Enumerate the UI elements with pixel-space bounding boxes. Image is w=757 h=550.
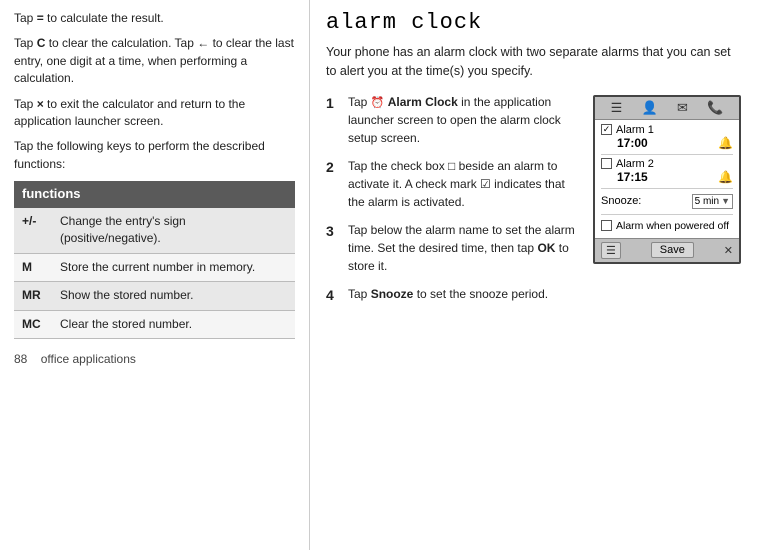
table-row: MR Show the stored number.: [14, 282, 295, 310]
left-column: Tap = to calculate the result. Tap C to …: [0, 0, 310, 550]
alarm-body: ✓ Alarm 1 17:00 🔔 Alarm 2: [595, 120, 739, 238]
para-4: Tap the following keys to perform the de…: [14, 138, 295, 173]
table-header: functions: [14, 181, 295, 208]
para-3: Tap × to exit the calculator and return …: [14, 96, 295, 131]
step-1-content: Tap ⏰ Alarm Clock in the application lau…: [348, 93, 579, 148]
alarm-divider-3: [601, 214, 733, 215]
key-mc: MC: [14, 310, 52, 338]
alarm-1-name: Alarm 1: [616, 124, 654, 136]
step-2: 2 Tap the check box □ beside an alarm to…: [326, 157, 579, 211]
key-c: C: [37, 36, 46, 50]
envelope-icon: ✉: [677, 100, 688, 116]
key-plus-minus: +/-: [14, 208, 52, 253]
page-number: 88: [14, 352, 27, 366]
steps-text: 1 Tap ⏰ Alarm Clock in the application l…: [326, 93, 579, 317]
alarm-powered-label: Alarm when powered off: [616, 220, 729, 232]
right-column: alarm clock Your phone has an alarm cloc…: [310, 0, 757, 550]
menu-footer-button[interactable]: ☰: [601, 242, 621, 259]
alarm-2-time-row: 17:15 🔔: [601, 170, 733, 184]
alarm-clock-ui: ☰ 👤 ✉ 📞 ✓ Alarm 1 17:00 🔔: [593, 95, 741, 264]
person-icon: 👤: [642, 100, 658, 116]
alarm-1-bell-icon: 🔔: [718, 136, 733, 150]
para-2: Tap C to clear the calculation. Tap ← to…: [14, 35, 295, 87]
step-4-number: 4: [326, 285, 342, 306]
table-row: +/- Change the entry's sign (positive/ne…: [14, 208, 295, 253]
snooze-select[interactable]: 5 min ▼: [692, 194, 733, 209]
table-row: MC Clear the stored number.: [14, 310, 295, 338]
step-2-number: 2: [326, 157, 342, 178]
page-footer: 88 office applications: [14, 351, 295, 368]
step-1-number: 1: [326, 93, 342, 114]
key-mc-desc: Clear the stored number.: [52, 310, 295, 338]
key-equals: =: [37, 11, 44, 25]
snooze-value: 5 min: [695, 196, 719, 207]
alarm-divider-1: [601, 154, 733, 155]
key-mr-desc: Show the stored number.: [52, 282, 295, 310]
alarm-powered-row: Alarm when powered off: [601, 218, 733, 234]
alarm-2-checkbox[interactable]: [601, 158, 612, 169]
alarm-footer: ☰ Save ✕: [595, 238, 739, 262]
table-row: M Store the current number in memory.: [14, 253, 295, 281]
save-button[interactable]: Save: [651, 242, 694, 258]
key-mr: MR: [14, 282, 52, 310]
alarm-2-bell-icon: 🔔: [718, 170, 733, 184]
key-m-desc: Store the current number in memory.: [52, 253, 295, 281]
alarm-1-time-row: 17:00 🔔: [601, 136, 733, 150]
step-3-number: 3: [326, 221, 342, 242]
steps-container: 1 Tap ⏰ Alarm Clock in the application l…: [326, 93, 741, 317]
step-1: 1 Tap ⏰ Alarm Clock in the application l…: [326, 93, 579, 148]
alarm-1-time[interactable]: 17:00: [617, 136, 648, 150]
snooze-label: Snooze:: [601, 195, 641, 207]
alarm-divider-2: [601, 188, 733, 189]
functions-table: functions +/- Change the entry's sign (p…: [14, 181, 295, 339]
snooze-row: Snooze: 5 min ▼: [601, 192, 733, 211]
key-back: ←: [197, 36, 209, 50]
alarm-toolbar: ☰ 👤 ✉ 📞: [595, 97, 739, 120]
page-title: alarm clock: [326, 10, 741, 35]
key-x: ×: [37, 97, 44, 111]
section-label: office applications: [41, 352, 136, 366]
key-plus-minus-desc: Change the entry's sign (positive/negati…: [52, 208, 295, 253]
step-3-content: Tap below the alarm name to set the alar…: [348, 221, 579, 275]
menu-icon: ☰: [611, 100, 623, 116]
alarm-1-label-row: ✓ Alarm 1: [601, 124, 733, 136]
alarm-1-checkbox[interactable]: ✓: [601, 124, 612, 135]
step-3: 3 Tap below the alarm name to set the al…: [326, 221, 579, 275]
key-m: M: [14, 253, 52, 281]
step-4-content: Tap Snooze to set the snooze period.: [348, 285, 579, 303]
dropdown-arrow-icon: ▼: [721, 196, 730, 206]
para-1: Tap = to calculate the result.: [14, 10, 295, 27]
powered-off-checkbox[interactable]: [601, 220, 612, 231]
alarm-clock-icon: ⏰: [371, 97, 385, 109]
alarm-2-time[interactable]: 17:15: [617, 170, 648, 184]
alarm-1-row: ✓ Alarm 1 17:00 🔔: [601, 124, 733, 150]
intro-text: Your phone has an alarm clock with two s…: [326, 43, 741, 81]
step-4: 4 Tap Snooze to set the snooze period.: [326, 285, 579, 306]
alarm-2-label-row: Alarm 2: [601, 158, 733, 170]
close-button[interactable]: ✕: [724, 244, 733, 257]
step-2-content: Tap the check box □ beside an alarm to a…: [348, 157, 579, 211]
phone-icon: 📞: [707, 100, 723, 116]
alarm-2-row: Alarm 2 17:15 🔔: [601, 158, 733, 184]
alarm-2-name: Alarm 2: [616, 158, 654, 170]
